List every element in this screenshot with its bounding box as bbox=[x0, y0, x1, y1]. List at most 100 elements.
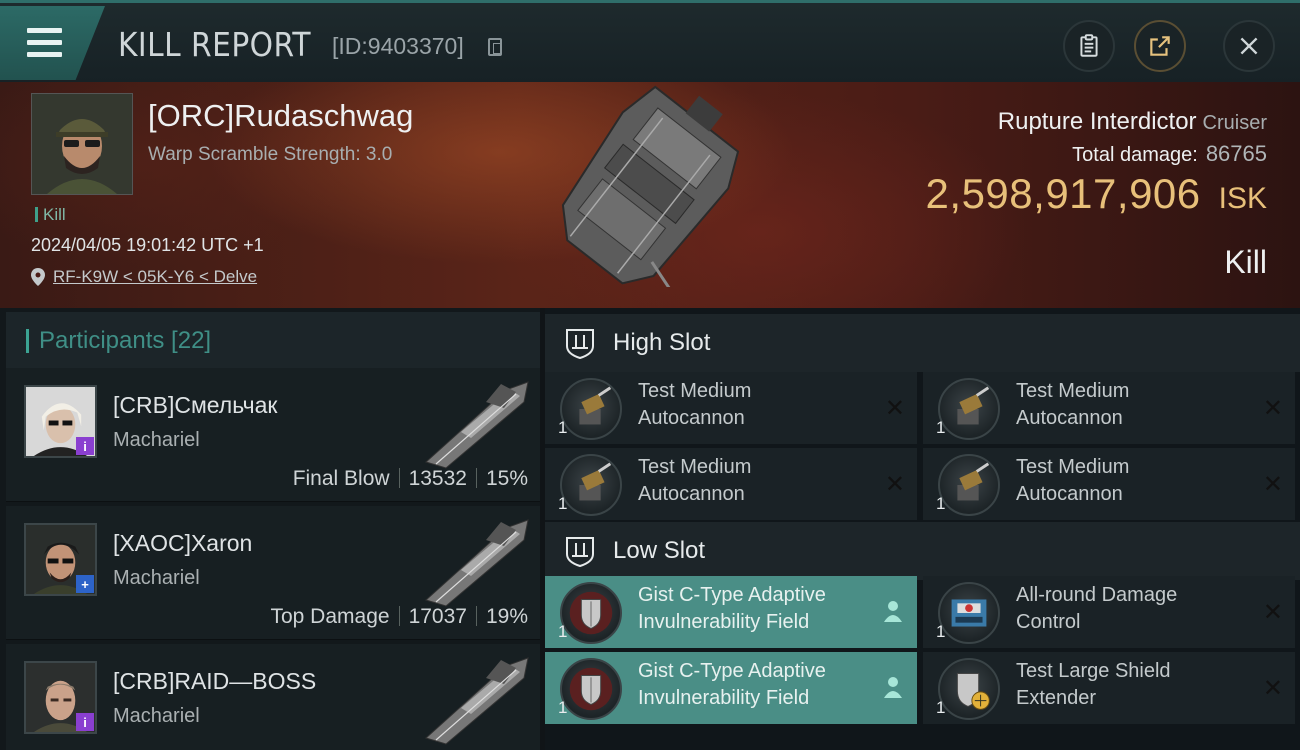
participant-damage: 17037 bbox=[408, 605, 467, 628]
autocannon-icon bbox=[938, 454, 1000, 516]
participant-ship-image bbox=[425, 381, 529, 469]
autocannon-icon bbox=[938, 378, 1000, 440]
report-id: [ID:9403370] bbox=[332, 33, 464, 59]
module-item[interactable]: 1 Test Large Shield Extender ✕ bbox=[923, 652, 1295, 724]
participant-stats: Final Blow 13532 15% bbox=[293, 467, 528, 491]
close-button[interactable] bbox=[1223, 20, 1275, 72]
participant-avatar: + bbox=[24, 523, 97, 596]
participant-badge: i bbox=[76, 437, 94, 455]
autocannon-icon bbox=[560, 454, 622, 516]
warp-scramble-strength: Warp Scramble Strength: 3.0 bbox=[148, 144, 393, 165]
participant-damage: 13532 bbox=[408, 467, 467, 490]
fitting-panel: High Slot 1 Test Medium Autocannon ✕ 1 Te… bbox=[545, 308, 1300, 750]
isk-value: 2,598,917,906 ISK bbox=[926, 170, 1267, 218]
module-quantity: 1 bbox=[936, 622, 946, 641]
module-name: Test Medium Autocannon bbox=[1016, 456, 1130, 505]
module-name: All-round Damage Control bbox=[1016, 584, 1178, 633]
person-icon bbox=[884, 677, 902, 698]
shield-extender-icon bbox=[938, 658, 1000, 720]
destroyed-x-icon: ✕ bbox=[1262, 675, 1283, 702]
location-pin-icon bbox=[31, 268, 45, 286]
module-item[interactable]: 1 Gist C-Type Adaptive Invulnerability Fi… bbox=[545, 652, 917, 724]
module-item[interactable]: 1 Test Medium Autocannon ✕ bbox=[545, 372, 917, 444]
participant-ship-image bbox=[425, 657, 529, 745]
total-damage-value: 86765 bbox=[1205, 141, 1267, 166]
participant-row[interactable]: + [XAOC]Xaron Machariel Top Damage 17037 1… bbox=[6, 506, 540, 640]
module-quantity: 1 bbox=[558, 698, 568, 717]
person-icon bbox=[884, 601, 902, 622]
participant-row[interactable]: i [CRB]RAID—BOSS Machariel bbox=[6, 644, 540, 750]
victim-name: [ORC]Rudaschwag bbox=[148, 98, 414, 133]
autocannon-icon bbox=[560, 378, 622, 440]
ship-class: Cruiser bbox=[1202, 112, 1267, 134]
participant-role: Final Blow bbox=[292, 467, 390, 490]
participants-header: Participants [22] bbox=[6, 312, 540, 370]
ship-name: Rupture Interdictor bbox=[997, 108, 1197, 135]
shield-slot-icon bbox=[566, 329, 594, 360]
participant-name: [XAOC]Xaron bbox=[113, 530, 253, 556]
module-name: Test Medium Autocannon bbox=[638, 456, 752, 505]
victim-avatar[interactable] bbox=[31, 93, 133, 195]
participant-percent: 15% bbox=[485, 467, 528, 490]
copy-icon[interactable] bbox=[488, 38, 502, 56]
high-slot-header: High Slot bbox=[545, 314, 1300, 372]
module-quantity: 1 bbox=[936, 494, 946, 513]
kill-tag: Kill bbox=[35, 205, 66, 225]
location-link[interactable]: RF-K9W < 05K-Y6 < Delve bbox=[53, 267, 257, 287]
high-slot-label: High Slot bbox=[613, 329, 711, 356]
low-slot-header: Low Slot bbox=[545, 522, 1300, 580]
destroyed-x-icon: ✕ bbox=[1262, 599, 1283, 626]
kill-location[interactable]: RF-K9W < 05K-Y6 < Delve bbox=[31, 267, 257, 287]
page-title: KILL REPORT bbox=[118, 25, 312, 64]
share-icon bbox=[1150, 36, 1170, 56]
menu-button[interactable] bbox=[0, 6, 105, 80]
participant-ship: Machariel bbox=[113, 429, 200, 451]
menu-icon bbox=[27, 28, 62, 64]
module-quantity: 1 bbox=[936, 418, 946, 437]
participant-avatar: i bbox=[24, 661, 97, 734]
module-item[interactable]: 1 Gist C-Type Adaptive Invulnerability Fi… bbox=[545, 576, 917, 648]
participant-ship: Machariel bbox=[113, 567, 200, 589]
participants-panel: Participants [22] i [CRB]Смельчак Machar… bbox=[0, 308, 540, 750]
destroyed-x-icon: ✕ bbox=[1262, 395, 1283, 422]
module-name: Test Large Shield Extender bbox=[1016, 660, 1171, 709]
module-name: Test Medium Autocannon bbox=[1016, 380, 1130, 429]
total-damage-label: Total damage: bbox=[1072, 144, 1198, 166]
header-bar: KILL REPORT [ID:9403370] bbox=[0, 0, 1300, 82]
participant-ship-image bbox=[425, 519, 529, 607]
participant-badge: + bbox=[76, 575, 94, 593]
total-damage: Total damage: 86765 bbox=[1072, 141, 1267, 167]
module-item[interactable]: 1 Test Medium Autocannon ✕ bbox=[923, 372, 1295, 444]
module-name: Gist C-Type Adaptive Invulnerability Fiel… bbox=[638, 584, 826, 633]
participant-badge: i bbox=[76, 713, 94, 731]
share-button[interactable] bbox=[1134, 20, 1186, 72]
invulnerability-field-icon bbox=[560, 658, 622, 720]
module-item[interactable]: 1 All-round Damage Control ✕ bbox=[923, 576, 1295, 648]
clipboard-button[interactable] bbox=[1063, 20, 1115, 72]
invulnerability-field-icon bbox=[560, 582, 622, 644]
victim-ship: Rupture Interdictor Cruiser bbox=[998, 108, 1267, 136]
damage-control-icon bbox=[938, 582, 1000, 644]
kill-datetime: 2024/04/05 19:01:42 UTC +1 bbox=[31, 235, 264, 255]
isk-amount: 2,598,917,906 bbox=[925, 170, 1201, 217]
participant-ship: Machariel bbox=[113, 705, 200, 727]
destroyed-x-icon: ✕ bbox=[884, 471, 905, 498]
destroyed-x-icon: ✕ bbox=[884, 395, 905, 422]
module-quantity: 1 bbox=[558, 418, 568, 437]
module-item[interactable]: 1 Test Medium Autocannon ✕ bbox=[545, 448, 917, 520]
module-name: Test Medium Autocannon bbox=[638, 380, 752, 429]
participant-avatar: i bbox=[24, 385, 97, 458]
participant-percent: 19% bbox=[485, 605, 528, 628]
participant-name: [CRB]RAID—BOSS bbox=[113, 668, 317, 694]
module-quantity: 1 bbox=[936, 698, 946, 717]
shield-slot-icon bbox=[566, 537, 594, 568]
participant-stats: Top Damage 17037 19% bbox=[270, 605, 528, 629]
low-slot-label: Low Slot bbox=[613, 537, 706, 564]
module-item[interactable]: 1 Test Medium Autocannon ✕ bbox=[923, 448, 1295, 520]
participant-name: [CRB]Смельчак bbox=[113, 392, 278, 418]
close-icon bbox=[1240, 37, 1258, 55]
victim-ship-image bbox=[561, 85, 740, 287]
participant-row[interactable]: i [CRB]Смельчак Machariel Final Blow 1353… bbox=[6, 368, 540, 502]
module-quantity: 1 bbox=[558, 494, 568, 513]
participant-role: Top Damage bbox=[270, 605, 390, 628]
